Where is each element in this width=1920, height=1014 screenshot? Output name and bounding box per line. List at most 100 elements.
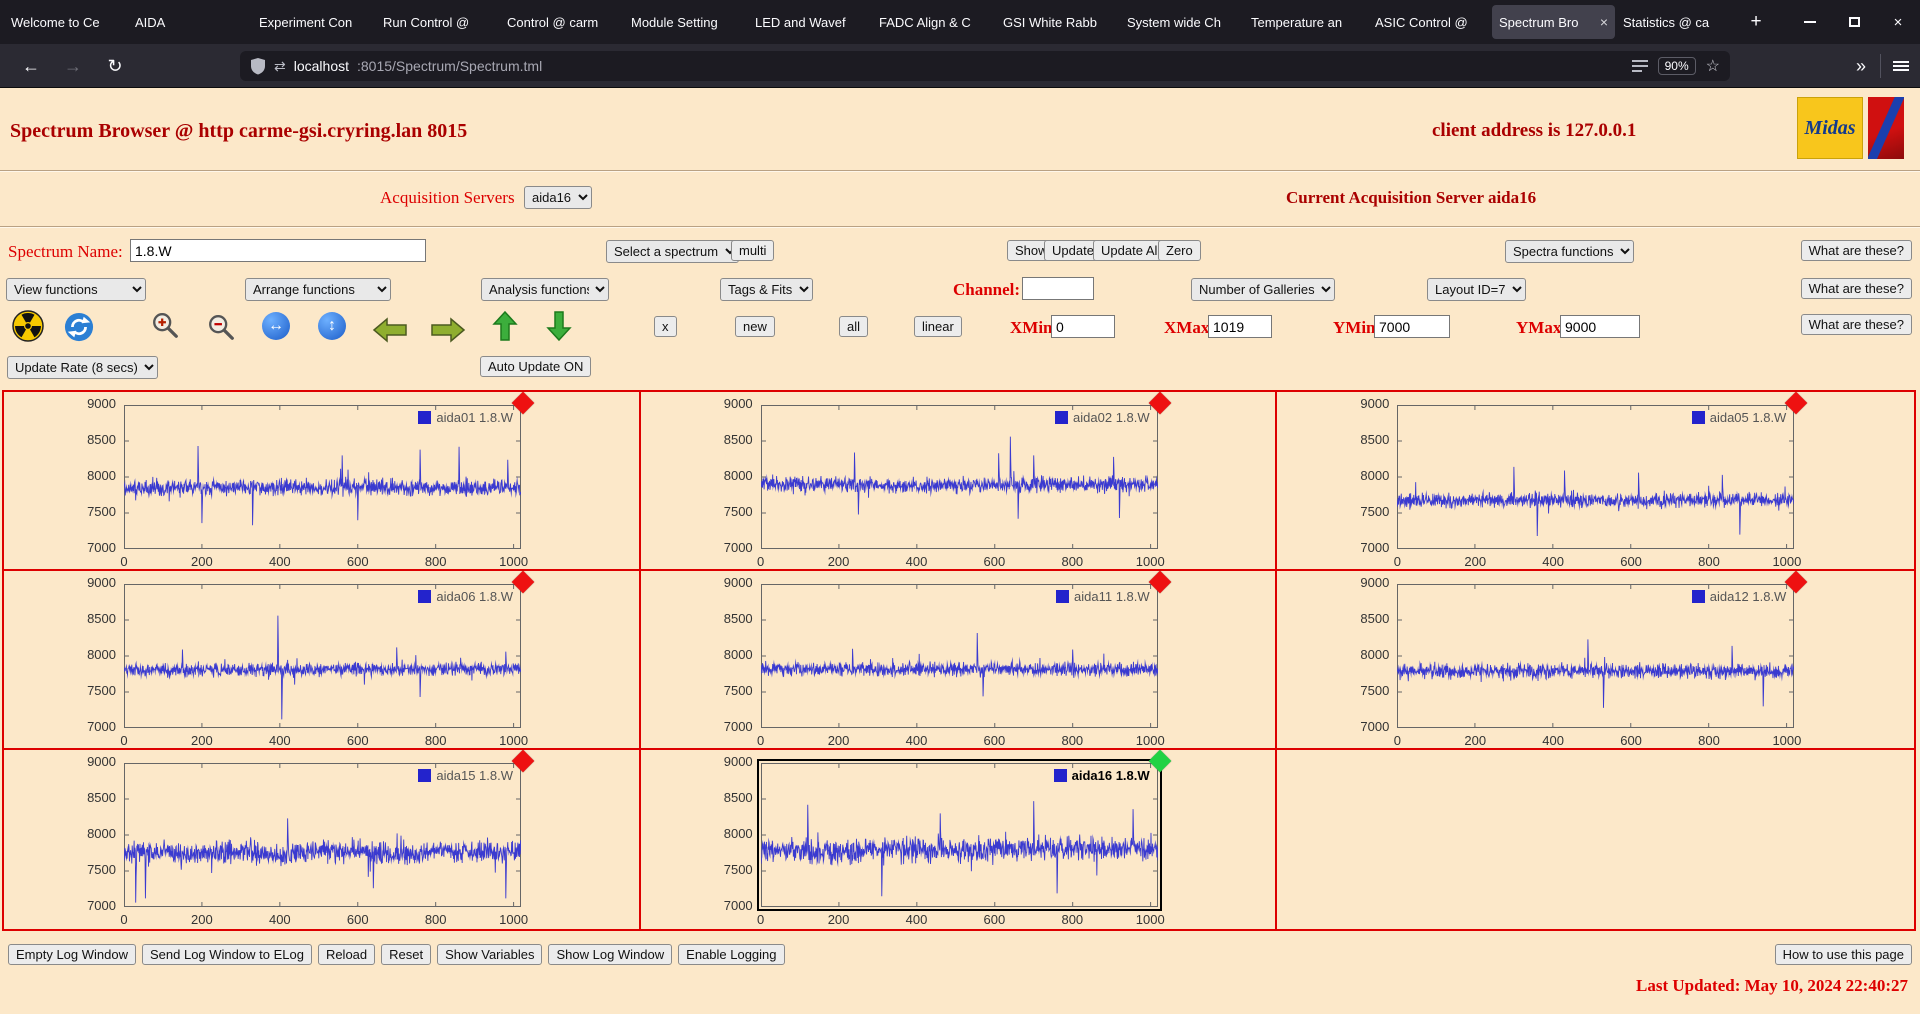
update-rate-dropdown[interactable]: Update Rate (8 secs) bbox=[7, 356, 158, 379]
overflow-menu-button[interactable]: » bbox=[1844, 50, 1878, 82]
analysis-functions-dropdown[interactable]: Analysis functions bbox=[481, 278, 609, 301]
layout-id-dropdown[interactable]: Layout ID=7 bbox=[1427, 278, 1526, 301]
forward-button[interactable]: → bbox=[56, 50, 90, 82]
xmax-input[interactable] bbox=[1208, 315, 1272, 338]
chart-legend: aida15 1.8.W bbox=[418, 768, 513, 783]
expand-y-icon[interactable]: ↕ bbox=[318, 312, 346, 340]
next-arrow-icon[interactable] bbox=[430, 316, 466, 344]
radiation-icon[interactable] bbox=[12, 310, 44, 342]
browser-tab[interactable]: Experiment Con bbox=[252, 5, 375, 39]
enable-logging-button[interactable]: Enable Logging bbox=[678, 944, 785, 965]
browser-tab[interactable]: ASIC Control @ bbox=[1368, 5, 1491, 39]
browser-tab[interactable]: FADC Align & C bbox=[872, 5, 995, 39]
x-tick-label: 800 bbox=[1061, 912, 1084, 927]
reload-button[interactable]: ↻ bbox=[98, 50, 132, 82]
minimize-button[interactable] bbox=[1788, 0, 1832, 44]
spectra-functions-dropdown[interactable]: Spectra functions bbox=[1505, 240, 1634, 263]
y-tick-label: 8000 bbox=[1360, 647, 1390, 662]
browser-tab[interactable]: Statistics @ ca bbox=[1616, 5, 1739, 39]
browser-tab[interactable]: Welcome to Ce bbox=[4, 5, 127, 39]
y-tick-label: 8500 bbox=[723, 611, 753, 626]
show-variables-button[interactable]: Show Variables bbox=[437, 944, 543, 965]
xmin-input[interactable] bbox=[1051, 315, 1115, 338]
browser-tab[interactable]: AIDA bbox=[128, 5, 251, 39]
linear-button[interactable]: linear bbox=[914, 316, 962, 337]
reader-mode-icon[interactable] bbox=[1631, 59, 1648, 73]
browser-tab[interactable]: Control @ carm bbox=[500, 5, 623, 39]
tab-bar: Welcome to Ce AIDA Experiment Con Run Contr… bbox=[0, 0, 1920, 44]
multi-button[interactable]: multi bbox=[731, 240, 775, 261]
chart-legend: aida11 1.8.W bbox=[1056, 589, 1150, 604]
close-window-button[interactable]: × bbox=[1876, 0, 1920, 44]
what-are-these-button-3[interactable]: What are these? bbox=[1800, 314, 1912, 335]
x-tick-label: 400 bbox=[268, 912, 291, 927]
acquisition-server-select[interactable]: aida16 bbox=[524, 186, 592, 209]
browser-tab[interactable]: GSI White Rabb bbox=[996, 5, 1119, 39]
y-tick-label: 7000 bbox=[723, 540, 753, 555]
browser-tab[interactable]: Module Setting bbox=[624, 5, 747, 39]
select-spectrum-dropdown[interactable]: Select a spectrum bbox=[606, 240, 739, 263]
spectrum-name-input[interactable] bbox=[130, 239, 426, 262]
y-tick-label: 7500 bbox=[87, 862, 116, 877]
chart-plot-area[interactable]: aida16 1.8.W bbox=[756, 749, 1171, 911]
chart-canvas bbox=[124, 763, 521, 907]
what-are-these-button-2[interactable]: What are these? bbox=[1800, 278, 1912, 299]
gallery-cell: aida06 1.8.W 7000 7500 8000 8500 9000 0 200 400… bbox=[4, 570, 641, 750]
midas-logo: Midas bbox=[1797, 97, 1863, 159]
chart-plot-area[interactable]: aida06 1.8.W bbox=[124, 570, 535, 728]
chart-plot-area[interactable]: aida11 1.8.W bbox=[760, 570, 1171, 728]
empty-log-window-button[interactable]: Empty Log Window bbox=[8, 944, 136, 965]
zero-button[interactable]: Zero bbox=[1158, 240, 1201, 261]
browser-tab[interactable]: System wide Ch bbox=[1120, 5, 1243, 39]
new-tab-button[interactable]: + bbox=[1740, 6, 1772, 38]
ymin-input[interactable] bbox=[1374, 315, 1450, 338]
reload-button[interactable]: Reload bbox=[317, 944, 376, 965]
number-of-galleries-dropdown[interactable]: Number of Galleries bbox=[1191, 278, 1335, 301]
browser-tab[interactable]: Temperature an bbox=[1244, 5, 1367, 39]
chart-plot-area[interactable]: aida02 1.8.W bbox=[760, 391, 1171, 549]
browser-tab[interactable]: Run Control @ bbox=[376, 5, 499, 39]
all-button[interactable]: all bbox=[839, 316, 869, 337]
nav-bar: ← → ↻ ⇄ localhost:8015/Spectrum/Spectrum… bbox=[0, 44, 1920, 88]
chart-plot-area[interactable]: aida15 1.8.W bbox=[124, 749, 535, 907]
tracking-shield-icon[interactable] bbox=[250, 57, 266, 75]
reset-button[interactable]: Reset bbox=[381, 944, 432, 965]
zoom-level[interactable]: 90% bbox=[1657, 57, 1696, 75]
maximize-button[interactable] bbox=[1832, 0, 1876, 44]
arrange-functions-dropdown[interactable]: Arrange functions bbox=[245, 278, 391, 301]
bookmark-star-icon[interactable]: ☆ bbox=[1706, 56, 1720, 76]
back-button[interactable]: ← bbox=[14, 50, 48, 82]
update-all-button[interactable]: Update All bbox=[1093, 240, 1169, 261]
browser-tab[interactable]: LED and Wavef bbox=[748, 5, 871, 39]
url-bar[interactable]: ⇄ localhost:8015/Spectrum/Spectrum.tml 9… bbox=[240, 51, 1730, 81]
expand-x-icon[interactable]: ↔ bbox=[262, 312, 290, 340]
zoom-out-icon[interactable] bbox=[206, 312, 236, 342]
zoom-in-icon[interactable] bbox=[150, 310, 180, 340]
x-button[interactable]: x bbox=[654, 316, 677, 337]
chart-plot-area[interactable]: aida01 1.8.W bbox=[124, 391, 535, 549]
chart-canvas bbox=[124, 405, 521, 549]
ymax-input[interactable] bbox=[1560, 315, 1640, 338]
what-are-these-button-1[interactable]: What are these? bbox=[1800, 240, 1912, 261]
previous-arrow-icon[interactable] bbox=[372, 316, 408, 344]
auto-update-button[interactable]: Auto Update ON bbox=[480, 356, 592, 377]
send-log-window-to-elog-button[interactable]: Send Log Window to ELog bbox=[142, 944, 312, 965]
up-arrow-icon[interactable] bbox=[492, 310, 518, 342]
down-arrow-icon[interactable] bbox=[546, 310, 572, 342]
channel-input[interactable] bbox=[1022, 277, 1094, 300]
menu-button[interactable] bbox=[1884, 50, 1918, 82]
tags-fits-dropdown[interactable]: Tags & Fits bbox=[720, 278, 813, 301]
new-button[interactable]: new bbox=[735, 316, 775, 337]
refresh-icon[interactable] bbox=[64, 312, 94, 342]
connection-icon[interactable]: ⇄ bbox=[274, 58, 286, 75]
x-tick-label: 1000 bbox=[499, 912, 529, 927]
tab-title: Module Setting bbox=[631, 14, 718, 30]
show-log-window-button[interactable]: Show Log Window bbox=[548, 944, 673, 965]
how-to-use-button[interactable]: How to use this page bbox=[1774, 944, 1912, 965]
tab-close-icon[interactable]: × bbox=[1600, 14, 1608, 30]
view-functions-dropdown[interactable]: View functions bbox=[6, 278, 146, 301]
chart-plot-area[interactable]: aida12 1.8.W bbox=[1397, 570, 1808, 728]
x-tick-label: 800 bbox=[424, 554, 447, 569]
chart-plot-area[interactable]: aida05 1.8.W bbox=[1397, 391, 1808, 549]
browser-tab[interactable]: Spectrum Bro × bbox=[1492, 5, 1615, 39]
